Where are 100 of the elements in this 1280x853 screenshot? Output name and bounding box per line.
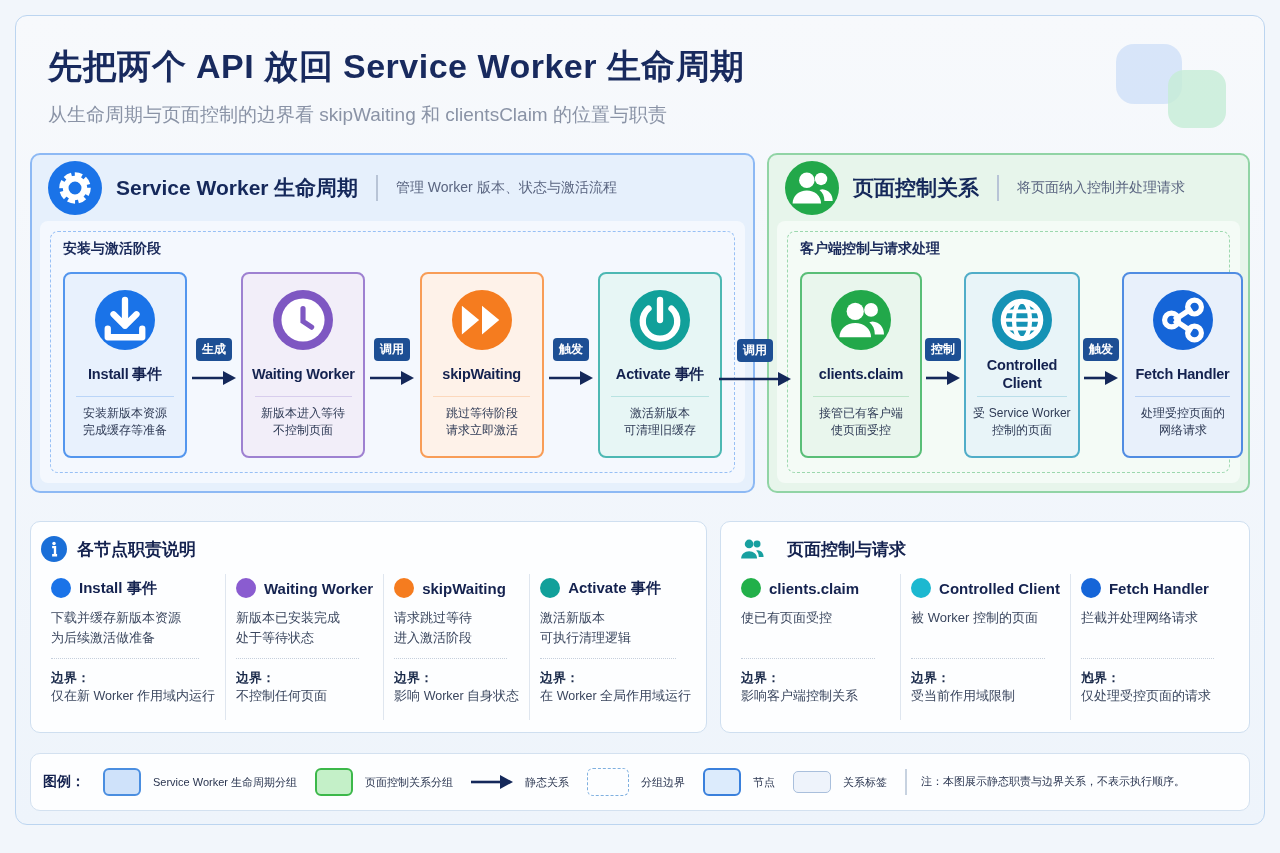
boundary-text: 受当前作用域限制: [911, 688, 1017, 705]
legend-title: 图例：: [43, 773, 85, 791]
boundary-label: 尥界：: [1080, 670, 1121, 687]
legend-swatch: [103, 768, 141, 796]
legend-label: 关系标签: [843, 774, 888, 790]
group-subtitle: 将页面纳入控制并处理请求: [1016, 179, 1185, 197]
page-subtitle: 从生命周期与页面控制的边界看 skipWaiting 和 clientsClaim 的位置与职责: [48, 103, 668, 127]
item-title: Activate 事件: [568, 578, 661, 598]
card-title: 各节点职责说明: [77, 538, 196, 561]
card-title: 页面控制与请求: [787, 538, 906, 561]
node-title: Controlled Client: [985, 356, 1059, 392]
legend-label: 静态关系: [525, 774, 570, 790]
node-title: Install 事件: [88, 365, 162, 384]
relation-label: 调用: [737, 339, 773, 362]
item-description: 请求跳过等待: [394, 609, 473, 627]
clock-icon: [273, 290, 334, 350]
relation-label: 调用: [374, 338, 411, 361]
relation-label: 触发: [552, 338, 589, 361]
node-description: 使页面受控: [831, 422, 891, 439]
boundary-label: 边界：: [51, 670, 91, 687]
item-title: Waiting Worker: [264, 579, 374, 597]
stage-label: 客户端控制与请求处理: [800, 240, 941, 258]
boundary-label: 边界：: [911, 670, 952, 687]
boundary-text: 影响客户端控制关系: [741, 688, 859, 705]
item-description: 进入激活阶段: [394, 629, 473, 647]
relation-label: 生成: [196, 338, 233, 361]
node-description: 处理受控页面的: [1140, 405, 1225, 422]
stage-label: 安装与激活阶段: [63, 240, 162, 258]
item-title: skipWaiting: [422, 579, 506, 597]
legend-label: Service Worker 生命周期分组: [153, 774, 298, 790]
item-description: 处于等待状态: [236, 629, 314, 647]
legend-label: 节点: [753, 774, 776, 790]
boundary-label: 边界：: [741, 670, 781, 687]
power-icon: [630, 290, 690, 350]
users-icon: [785, 161, 839, 215]
connector-arrow: [926, 371, 960, 385]
node-description: 控制的页面: [992, 422, 1052, 439]
node-title: Activate 事件: [615, 365, 705, 384]
group-title: Service Worker 生命周期: [116, 175, 359, 201]
boundary-text: 仅在新 Worker 作用域内运行: [51, 688, 215, 705]
relation-label: 触发: [1083, 338, 1119, 361]
legend-label: 分组边界: [641, 774, 686, 790]
download-icon: [95, 290, 155, 350]
share-icon: [1152, 290, 1213, 350]
node-description: 受 Service Worker: [973, 405, 1071, 422]
boundary-label: 边界：: [540, 670, 581, 687]
boundary-label: 边界：: [236, 670, 276, 687]
node-description: 安装新版本资源: [83, 405, 167, 422]
legend-arrow: [471, 775, 514, 789]
node-title: clients.claim: [818, 365, 904, 384]
connector-arrow: [370, 371, 415, 385]
node-description: 请求立即激活: [445, 422, 518, 439]
settings-icon: [48, 161, 102, 215]
info-icon: [41, 536, 67, 562]
users-icon: [739, 537, 765, 561]
node-description: 完成缓存等准备: [83, 422, 167, 439]
item-description: 拦截并处理网络请求: [1080, 609, 1198, 627]
node-description: 可清理旧缓存: [624, 422, 696, 439]
connector-arrow: [719, 372, 791, 386]
legend-swatch: [587, 768, 630, 796]
connector-arrow: [192, 371, 237, 385]
item-title: Install 事件: [79, 578, 157, 598]
item-description: 被 Worker 控制的页面: [911, 609, 1038, 627]
boundary-label: 边界：: [394, 670, 435, 687]
node-description: 不控制页面: [273, 422, 334, 439]
users-icon: [831, 290, 891, 350]
group-title: 页面控制关系: [853, 175, 979, 201]
boundary-text: 不控制任何页面: [236, 688, 328, 705]
node-description: 接管已有客户端: [819, 405, 903, 422]
legend-label: 页面控制关系分组: [365, 774, 454, 790]
item-title: Fetch Handler: [1108, 579, 1209, 597]
item-description: 可执行清理逻辑: [540, 629, 632, 647]
item-title: Controlled Client: [939, 579, 1060, 597]
item-description: 下载并缓存新版本资源: [51, 609, 181, 627]
legend-swatch: [793, 771, 832, 793]
item-title: clients.claim: [769, 579, 860, 597]
legend-note: 注：本图展示静态职责与边界关系，不表示执行顺序。: [920, 775, 1185, 789]
fast-forward-icon: [451, 290, 512, 350]
item-description: 为后续激活做准备: [51, 629, 155, 647]
node-description: 网络请求: [1158, 422, 1207, 439]
boundary-text: 影响 Worker 自身状态: [394, 688, 520, 705]
boundary-text: 仅处理受控页面的请求: [1080, 688, 1212, 705]
legend-swatch: [315, 768, 354, 796]
node-description: 激活新版本: [630, 405, 690, 422]
item-description: 使已有页面受控: [741, 609, 832, 627]
node-title: skipWaiting: [442, 365, 521, 384]
page-title: 先把两个 API 放回 Service Worker 生命周期: [48, 46, 746, 87]
relation-label: 控制: [925, 338, 961, 361]
item-description: 新版本已安装完成: [236, 609, 340, 627]
node-title: Fetch Handler: [1135, 365, 1230, 384]
node-title: Waiting Worker: [251, 365, 355, 384]
node-description: 新版本进入等待: [261, 405, 346, 422]
node-description: 跳过等待阶段: [445, 405, 518, 422]
item-description: 激活新版本: [540, 609, 606, 627]
connector-arrow: [1084, 371, 1118, 385]
group-subtitle: 管理 Worker 版本、状态与激活流程: [395, 179, 617, 197]
legend-swatch: [703, 768, 742, 796]
connector-arrow: [548, 371, 593, 385]
globe-icon: [992, 290, 1052, 350]
boundary-text: 在 Worker 全局作用域运行: [540, 688, 692, 705]
